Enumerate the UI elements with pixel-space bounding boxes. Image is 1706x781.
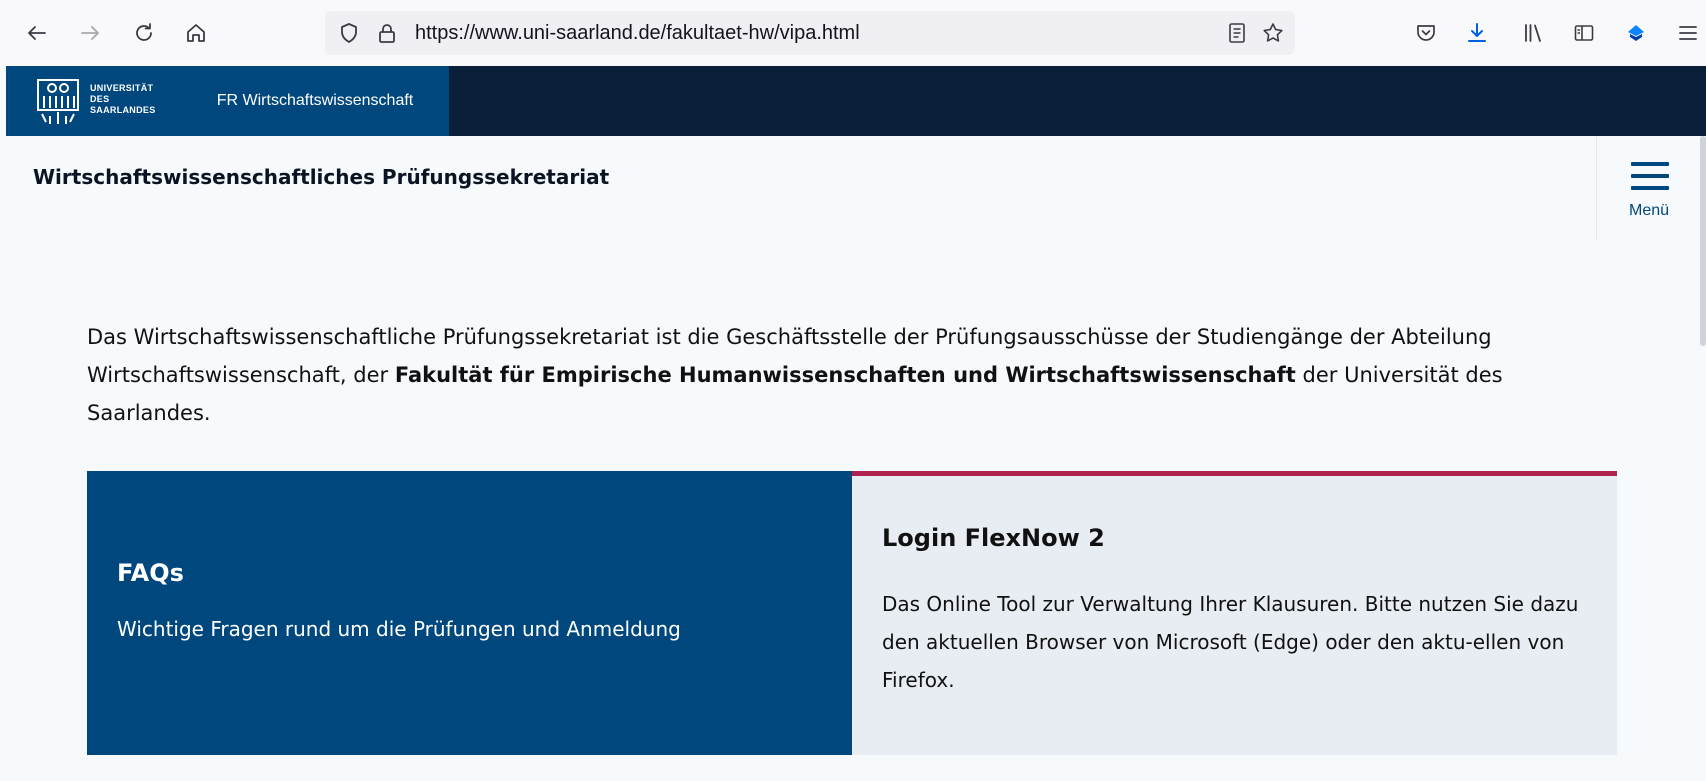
- flexnow-card-description: Das Online Tool zur Verwaltung Ihrer Kla…: [882, 592, 1579, 692]
- shield-icon[interactable]: [337, 21, 361, 45]
- url-bar[interactable]: https://www.uni-saarland.de/fakultaet-hw…: [325, 11, 1295, 55]
- flexnow-card-title: Login FlexNow 2: [882, 524, 1105, 552]
- forward-arrow-icon[interactable]: [74, 17, 106, 49]
- back-arrow-icon[interactable]: [21, 17, 53, 49]
- lock-icon[interactable]: [375, 21, 399, 45]
- library-icon[interactable]: [1517, 17, 1549, 49]
- menu-label: Menü: [1628, 202, 1670, 219]
- download-icon[interactable]: [1461, 17, 1493, 49]
- sidebar-icon[interactable]: [1568, 17, 1600, 49]
- hamburger-icon: [1631, 162, 1669, 190]
- extension-icon[interactable]: [1620, 17, 1652, 49]
- faculty-tab[interactable]: FR Wirtschaftswissenschaft: [181, 66, 449, 136]
- scrollbar[interactable]: [1700, 136, 1706, 346]
- faq-card-description: Wichtige Fragen rund um die Prüfungen un…: [117, 617, 681, 641]
- flexnow-login-card[interactable]: Login FlexNow 2 Das Online Tool zur Verw…: [852, 471, 1617, 755]
- university-logo[interactable]: UNIVERSITÄT DES SAARLANDES: [6, 66, 181, 136]
- faq-card-title: FAQs: [117, 559, 184, 587]
- logo-text: UNIVERSITÄT DES SAARLANDES: [90, 83, 156, 115]
- reader-view-icon[interactable]: [1225, 21, 1249, 45]
- faculty-name: Fakultät für Empirische Humanwissenschaf…: [394, 363, 1296, 387]
- seal-icon: [37, 79, 79, 124]
- faq-card[interactable]: FAQs Wichtige Fragen rund um die Prüfung…: [87, 471, 852, 755]
- menu-button[interactable]: Menü: [1596, 136, 1700, 240]
- url-text[interactable]: https://www.uni-saarland.de/fakultaet-hw…: [415, 22, 860, 45]
- hamburger-menu-icon[interactable]: [1672, 17, 1704, 49]
- site-header: UNIVERSITÄT DES SAARLANDES FR Wirtschaft…: [6, 66, 1706, 136]
- home-icon[interactable]: [180, 17, 212, 49]
- reload-icon[interactable]: [128, 17, 160, 49]
- browser-toolbar: https://www.uni-saarland.de/fakultaet-hw…: [0, 0, 1706, 66]
- bookmark-star-icon[interactable]: [1261, 21, 1285, 45]
- intro-paragraph: Das Wirtschaftswissenschaftliche Prüfung…: [87, 318, 1607, 432]
- pocket-icon[interactable]: [1410, 17, 1442, 49]
- page-title[interactable]: Wirtschaftswissenschaftliches Prüfungsse…: [33, 165, 609, 189]
